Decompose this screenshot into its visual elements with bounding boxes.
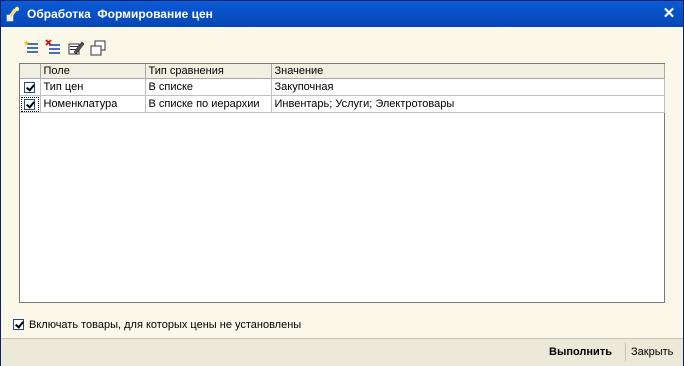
close-icon: ✕ <box>662 5 676 22</box>
table-row[interactable]: Номенклатура В списке по иерархии Инвент… <box>20 95 665 113</box>
row-checkbox[interactable] <box>24 81 36 93</box>
title-bar[interactable]: Обработка Формирование цен ✕ <box>1 1 683 27</box>
header-checkbox-column <box>20 64 41 79</box>
cell-field[interactable]: Номенклатура <box>40 95 146 113</box>
copy-icon <box>90 40 106 56</box>
include-unpriced-label[interactable]: Включать товары, для которых цены не уст… <box>29 318 301 332</box>
header-value[interactable]: Значение <box>271 64 665 79</box>
row-checkbox[interactable] <box>24 98 36 110</box>
copy-row-button[interactable] <box>89 39 107 57</box>
add-row-button[interactable] <box>23 39 41 57</box>
table-row[interactable]: Тип цен В списке Закупочная <box>20 78 665 96</box>
cell-comparison[interactable]: В списке по иерархии <box>145 95 272 113</box>
close-button[interactable]: Закрыть <box>631 346 673 358</box>
delete-row-button[interactable] <box>45 39 63 57</box>
table-header-row: Поле Тип сравнения Значение <box>20 64 665 79</box>
footer-bar: Выполнить Закрыть <box>1 338 683 366</box>
include-unpriced-checkbox[interactable] <box>13 319 24 330</box>
row-checkbox-cell[interactable] <box>20 78 41 96</box>
run-button[interactable]: Выполнить <box>549 346 612 358</box>
filter-table: Поле Тип сравнения Значение Тип цен В сп… <box>20 64 665 113</box>
edit-row-button[interactable] <box>67 39 85 57</box>
filter-grid[interactable]: Поле Тип сравнения Значение Тип цен В сп… <box>19 63 665 303</box>
processing-window: Обработка Формирование цен ✕ Поле Тип ср… <box>0 0 684 366</box>
header-field[interactable]: Поле <box>40 64 146 79</box>
header-comparison-type[interactable]: Тип сравнения <box>145 64 272 79</box>
cell-comparison[interactable]: В списке <box>145 78 272 96</box>
add-row-icon <box>23 40 38 53</box>
footer-separator <box>625 343 626 361</box>
cell-value[interactable]: Инвентарь; Услуги; Электротовары <box>271 95 665 113</box>
close-window-button[interactable]: ✕ <box>659 4 679 24</box>
delete-row-icon <box>45 39 60 54</box>
edit-icon <box>68 41 85 55</box>
cell-value[interactable]: Закупочная <box>271 78 665 96</box>
processing-app-icon <box>6 6 20 22</box>
row-checkbox-cell[interactable] <box>20 95 41 113</box>
window-title: Обработка Формирование цен <box>27 7 213 21</box>
cell-field[interactable]: Тип цен <box>40 78 146 96</box>
